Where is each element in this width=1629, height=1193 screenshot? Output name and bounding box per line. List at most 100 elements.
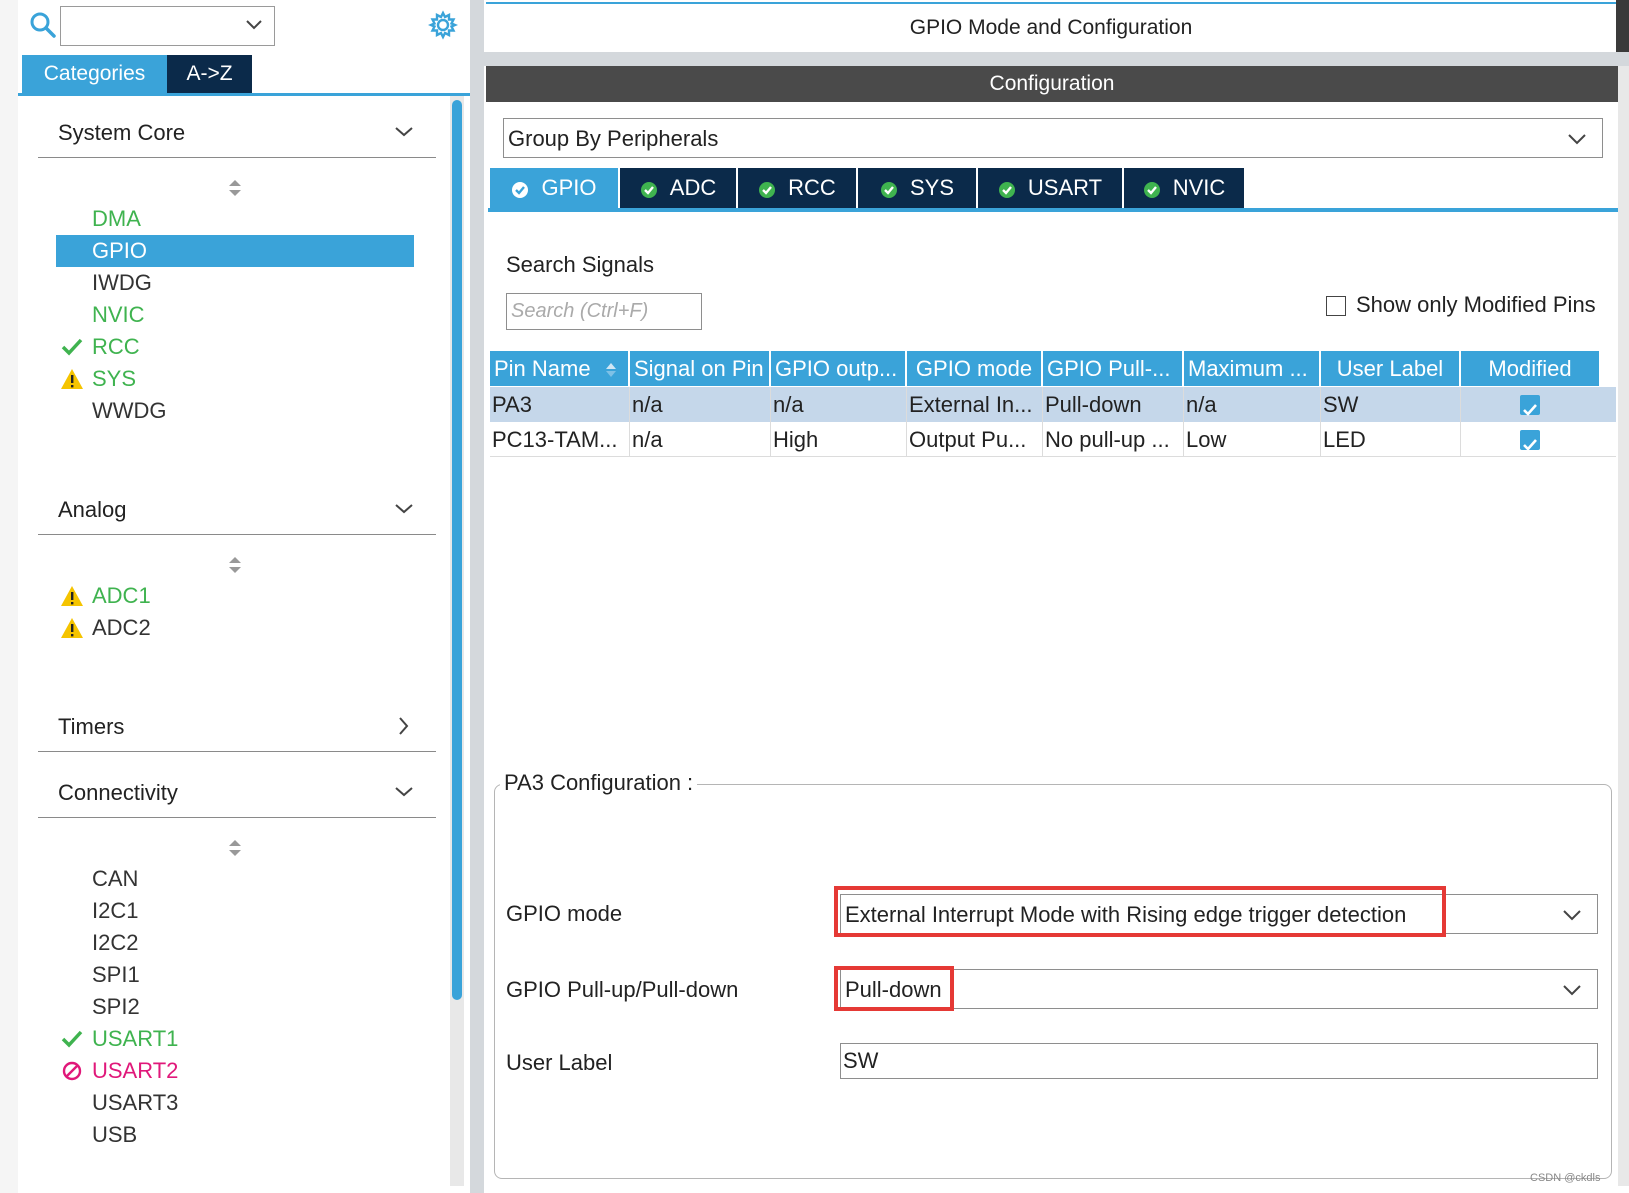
- list-item-nvic[interactable]: NVIC: [56, 299, 414, 331]
- table-header: Pin Name Signal on Pin GPIO outp... GPIO…: [490, 351, 1616, 386]
- list-item-sys[interactable]: SYS: [56, 363, 414, 395]
- list-item-can[interactable]: CAN: [56, 863, 414, 895]
- column-header-gpio-mode[interactable]: GPIO mode: [907, 351, 1043, 386]
- list-item-usart1[interactable]: USART1: [56, 1023, 414, 1055]
- tab-nvic[interactable]: NVIC: [1124, 168, 1244, 208]
- group-by-value: Group By Peripherals: [508, 126, 719, 151]
- item-label: ADC2: [92, 615, 151, 640]
- tab-rcc[interactable]: RCC: [738, 168, 856, 208]
- tab-categories[interactable]: Categories: [22, 55, 167, 93]
- table-row[interactable]: PC13-TAM... n/a High Output Pu... No pul…: [490, 422, 1616, 457]
- category-system-core[interactable]: System Core: [38, 112, 436, 152]
- tab-sys[interactable]: SYS: [858, 168, 976, 208]
- tab-usart[interactable]: USART: [978, 168, 1122, 208]
- tab-gpio[interactable]: GPIO: [490, 168, 618, 208]
- list-item-wwdg[interactable]: WWDG: [56, 395, 414, 427]
- pin-config-title: PA3 Configuration :: [500, 770, 698, 796]
- modified-checkbox[interactable]: [1520, 395, 1540, 416]
- category-divider: [38, 157, 436, 158]
- list-item-usb[interactable]: USB: [56, 1119, 414, 1144]
- item-label: SPI2: [92, 994, 140, 1019]
- list-item-adc2[interactable]: ADC2: [56, 612, 414, 644]
- search-signals-label: Search Signals: [506, 252, 654, 277]
- gpio-pull-select[interactable]: Pull-down: [840, 969, 1598, 1009]
- check-circle-icon: [640, 179, 658, 198]
- list-item-spi2[interactable]: SPI2: [56, 991, 414, 1023]
- gpio-pull-value: Pull-down: [845, 977, 942, 1002]
- item-label: GPIO: [92, 238, 148, 263]
- item-label: ADC1: [92, 583, 151, 608]
- column-header-modified[interactable]: Modified: [1461, 351, 1601, 386]
- right-scrollbar[interactable]: [1618, 66, 1629, 1186]
- chevron-down-icon: [1561, 979, 1583, 1007]
- item-label: USART2: [92, 1058, 179, 1083]
- item-label: USART1: [92, 1026, 179, 1051]
- gpio-pull-label: GPIO Pull-up/Pull-down: [506, 977, 739, 1002]
- sort-arrows-icon[interactable]: [227, 178, 243, 198]
- cell-modified: [1461, 387, 1601, 422]
- show-modified-checkbox[interactable]: [1326, 296, 1346, 316]
- item-label: RCC: [92, 334, 140, 359]
- cell-gpio-pull: No pull-up ...: [1043, 422, 1184, 457]
- list-item-gpio[interactable]: GPIO: [56, 235, 414, 267]
- category-analog[interactable]: Analog: [38, 489, 436, 529]
- chevron-down-icon: [1561, 904, 1583, 932]
- chevron-down-icon: [1566, 128, 1588, 156]
- cell-user-label: LED: [1321, 422, 1461, 457]
- left-edge: [0, 0, 18, 1193]
- check-icon: [60, 1028, 84, 1050]
- watermark: CSDN @ckdls: [1530, 1172, 1601, 1184]
- column-header-signal[interactable]: Signal on Pin: [630, 351, 771, 386]
- category-divider: [38, 534, 436, 535]
- list-item-i2c1[interactable]: I2C1: [56, 895, 414, 927]
- item-label: I2C1: [92, 898, 139, 923]
- search-icon[interactable]: [28, 10, 58, 40]
- item-label: IWDG: [92, 270, 152, 295]
- cell-gpio-output: High: [771, 422, 907, 457]
- column-header-pin-name[interactable]: Pin Name: [490, 351, 630, 386]
- tab-a-to-z[interactable]: A->Z: [167, 55, 252, 93]
- cell-signal: n/a: [630, 387, 771, 422]
- chevron-down-icon: [394, 782, 414, 808]
- search-signals-input[interactable]: [506, 293, 702, 330]
- list-item-spi1[interactable]: SPI1: [56, 959, 414, 991]
- column-header-gpio-pull[interactable]: GPIO Pull-...: [1043, 351, 1184, 386]
- item-label: SYS: [92, 366, 137, 391]
- tab-label: ADC: [669, 175, 717, 200]
- sort-arrows-icon[interactable]: [227, 555, 243, 575]
- cell-gpio-mode: External In...: [907, 387, 1043, 422]
- tab-label: RCC: [788, 175, 836, 200]
- check-circle-icon: [758, 179, 776, 198]
- list-item-iwdg[interactable]: IWDG: [56, 267, 414, 299]
- warning-icon: [60, 368, 84, 390]
- list-item-rcc[interactable]: RCC: [56, 331, 414, 363]
- cell-pin-name: PA3: [490, 387, 630, 422]
- column-header-user-label[interactable]: User Label: [1321, 351, 1461, 386]
- search-combo[interactable]: [60, 6, 275, 46]
- user-label-input[interactable]: [840, 1043, 1598, 1079]
- list-item-i2c2[interactable]: I2C2: [56, 927, 414, 959]
- gpio-mode-select[interactable]: External Interrupt Mode with Rising edge…: [840, 894, 1598, 934]
- cell-gpio-output: n/a: [771, 387, 907, 422]
- gpio-mode-value: External Interrupt Mode with Rising edge…: [845, 902, 1407, 927]
- configuration-header: Configuration: [486, 66, 1618, 102]
- tab-adc[interactable]: ADC: [620, 168, 736, 208]
- modified-checkbox[interactable]: [1520, 430, 1540, 451]
- list-item-usart3[interactable]: USART3: [56, 1087, 414, 1119]
- list-item-dma[interactable]: DMA: [56, 203, 414, 235]
- column-header-maximum[interactable]: Maximum ...: [1184, 351, 1321, 386]
- panel-divider[interactable]: [470, 0, 484, 1193]
- category-divider: [38, 817, 436, 818]
- category-timers[interactable]: Timers: [38, 706, 436, 746]
- category-connectivity[interactable]: Connectivity: [38, 772, 436, 812]
- left-scrollbar-thumb[interactable]: [452, 100, 462, 1000]
- item-label: CAN: [92, 866, 139, 891]
- table-row[interactable]: PA3 n/a n/a External In... Pull-down n/a…: [490, 387, 1616, 422]
- group-by-select[interactable]: Group By Peripherals: [503, 118, 1603, 158]
- category-title: Timers: [58, 714, 125, 739]
- list-item-adc1[interactable]: ADC1: [56, 580, 414, 612]
- list-item-usart2[interactable]: USART2: [56, 1055, 414, 1087]
- column-header-gpio-output[interactable]: GPIO outp...: [771, 351, 907, 386]
- gear-icon[interactable]: [427, 10, 459, 40]
- sort-arrows-icon[interactable]: [227, 838, 243, 858]
